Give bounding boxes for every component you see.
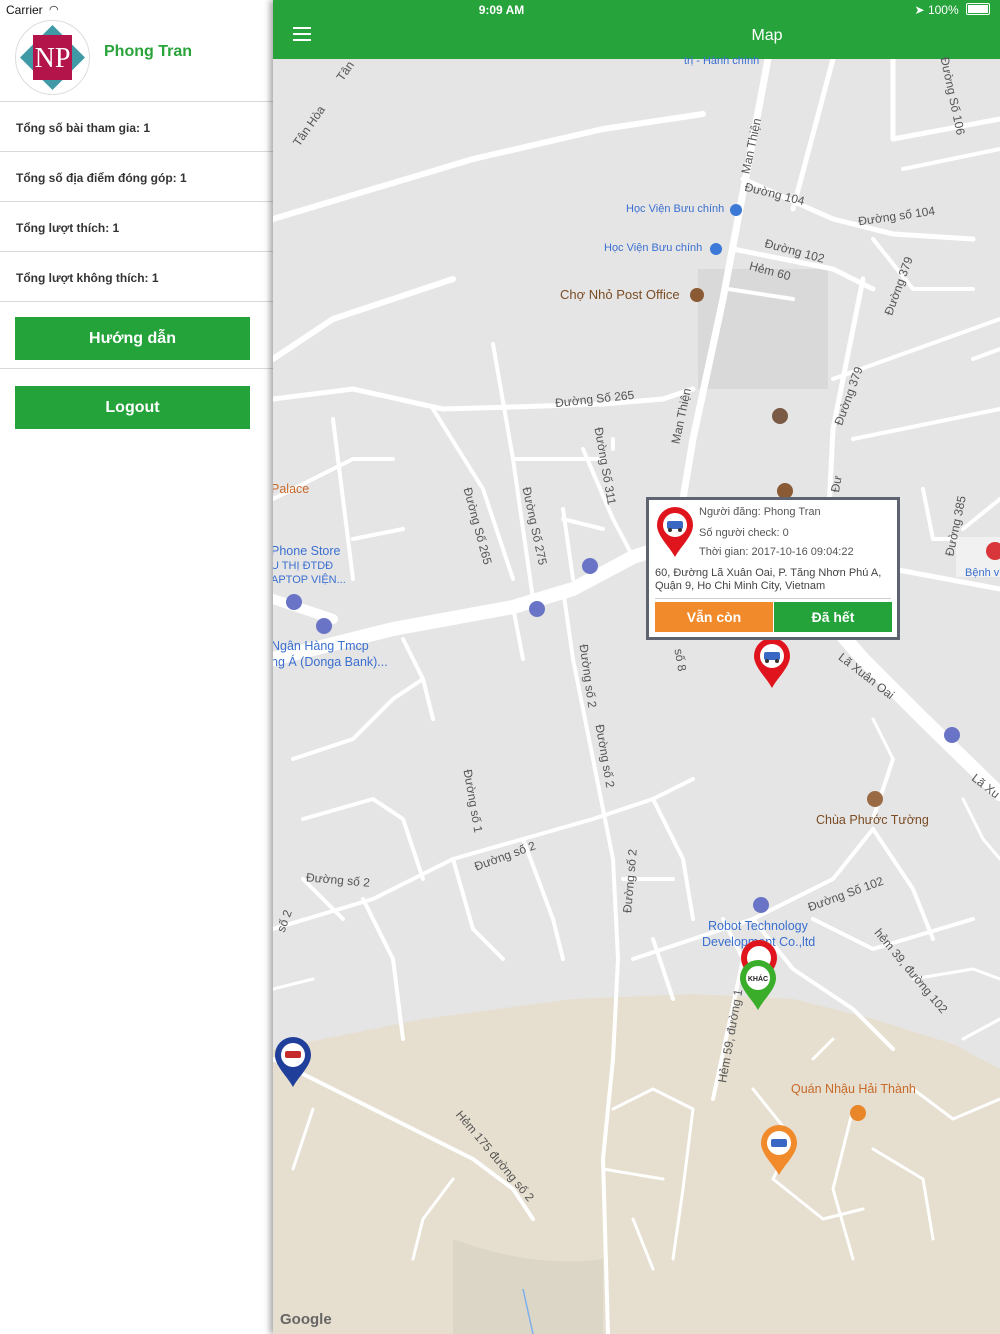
location-arrow-icon: ➤: [914, 3, 925, 17]
stat-dislikes: Tổng lượt không thích: 1: [0, 252, 273, 302]
popup-time: Thời gian: 2017-10-16 09:04:22: [699, 546, 854, 558]
blue-marker-pin[interactable]: [273, 1036, 313, 1088]
main-view: 9:09 AM ➤ 100% Map Đường 104 Đường số 10…: [273, 0, 1000, 1334]
battery-icon: [966, 3, 990, 15]
poi-label: Chợ Nhỏ Post Office: [560, 287, 680, 302]
poi-label: ng Á (Donga Bank)...: [273, 655, 388, 669]
street-label: Đư: [828, 474, 845, 494]
sold-out-button[interactable]: Đã hết: [774, 602, 892, 632]
stat-likes-label: Tổng lượt thích: 1: [16, 221, 120, 235]
popup-poster: Người đăng: Phong Tran: [699, 506, 821, 518]
still-available-button[interactable]: Vẫn còn: [655, 602, 773, 632]
red-marker-pin[interactable]: [752, 637, 792, 689]
stat-dislikes-label: Tổng lượt không thích: 1: [16, 271, 159, 285]
popup-address-line2: Quận 9, Ho Chi Minh City, Vietnam: [655, 580, 826, 592]
popup-address-line1: 60, Đường Lã Xuân Oai, P. Tăng Nhơn Phú …: [655, 567, 882, 579]
carrier-label: Carrier: [6, 3, 43, 17]
poi-label: trị - Hành chính: [684, 55, 760, 67]
popup-check-count: Số người check: 0: [699, 527, 789, 539]
wifi-icon: ◠: [49, 4, 59, 16]
google-logo: Google: [280, 1311, 332, 1328]
stat-places: Tổng số địa điểm đóng góp: 1: [0, 152, 273, 202]
stat-posts: Tổng số bài tham gia: 1: [0, 102, 273, 152]
stat-posts-label: Tổng số bài tham gia: 1: [16, 121, 151, 135]
marker-badge-text: KHÁC: [748, 974, 768, 983]
orange-marker-pin[interactable]: [759, 1124, 799, 1176]
poi-label: Học Viện Bưu chính: [604, 242, 703, 254]
user-name: Phong Tran: [104, 43, 192, 60]
battery-label: 100%: [927, 3, 959, 17]
avatar-initials: NP: [35, 43, 71, 74]
page-title: Map: [751, 27, 783, 44]
poi-label: Chùa Phước Tường: [816, 813, 929, 827]
marker-info-popup: Người đăng: Phong Tran Số người check: 0…: [646, 497, 900, 640]
status-bar-left: Carrier ◠: [0, 0, 274, 20]
guide-button[interactable]: Hướng dẫn: [15, 317, 250, 360]
logout-button[interactable]: Logout: [15, 386, 250, 429]
battery-status: ➤ 100%: [915, 3, 990, 17]
stat-places-label: Tổng số địa điểm đóng góp: 1: [16, 171, 187, 185]
profile-header: NP Phong Tran: [0, 20, 273, 102]
stat-likes: Tổng lượt thích: 1: [0, 202, 273, 252]
poi-label: Phone Store: [273, 544, 341, 558]
green-marker-pin[interactable]: KHÁC: [738, 959, 778, 1011]
poi-label: Ngân Hàng Tmcp: [273, 639, 369, 653]
popup-divider: [655, 598, 891, 599]
divider: [0, 368, 273, 369]
avatar[interactable]: NP: [15, 20, 90, 95]
poi-label: U THỊ ĐTDĐ: [273, 560, 334, 572]
popup-address: 60, Đường Lã Xuân Oai, P. Tăng Nhơn Phú …: [655, 567, 895, 593]
side-drawer: Carrier ◠ NP Phong Tran Tổng số bài tham…: [0, 0, 273, 1334]
poi-label: Học Viện Bưu chính: [626, 203, 725, 215]
map-view[interactable]: Đường 104 Đường số 104 Đường 102 Hẻm 60 …: [273, 55, 1000, 1334]
popup-marker-icon: [657, 507, 693, 557]
poi-label: Palace: [273, 482, 310, 496]
poi-label: Bệnh v: [965, 567, 1000, 579]
poi-label: Robot Technology: [708, 919, 808, 933]
poi-label: APTOP VIỆN...: [273, 574, 346, 586]
navbar: 9:09 AM ➤ 100% Map: [273, 0, 1000, 59]
poi-label: Quán Nhậu Hải Thành: [791, 1082, 916, 1096]
status-time: 9:09 AM: [478, 3, 525, 17]
